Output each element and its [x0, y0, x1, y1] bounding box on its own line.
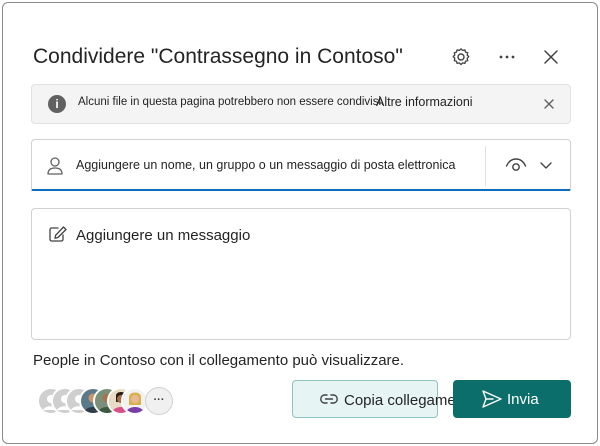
- dialog-header: Condividere "Contrassegno in Contoso": [33, 43, 567, 75]
- eye-icon: [505, 158, 527, 171]
- close-icon: [544, 99, 554, 109]
- dialog-title: Condividere "Contrassegno in Contoso": [33, 45, 403, 68]
- send-label: Invia: [507, 391, 539, 408]
- dismiss-banner-button[interactable]: [540, 95, 558, 113]
- send-icon: [482, 390, 502, 408]
- divider: [485, 146, 486, 186]
- person-icon: [47, 157, 63, 175]
- warning-banner: i Alcuni file in questa pagina potrebber…: [31, 84, 571, 124]
- link-icon: [320, 394, 338, 404]
- message-box[interactable]: Aggiungere un messaggio: [31, 208, 571, 340]
- banner-message: Alcuni file in questa pagina potrebbero …: [78, 96, 385, 108]
- message-input[interactable]: Aggiungere un messaggio: [76, 227, 250, 244]
- info-icon: i: [48, 95, 66, 113]
- link-scope-text[interactable]: People in Contoso con il collegamento pu…: [33, 352, 404, 369]
- settings-button[interactable]: [447, 43, 475, 71]
- edit-icon: [49, 226, 67, 242]
- more-people-button[interactable]: ···: [145, 387, 173, 415]
- close-button[interactable]: [537, 43, 565, 71]
- close-icon: [544, 50, 558, 64]
- chevron-down-icon: [540, 162, 552, 169]
- copy-link-button[interactable]: Copia collegamento: [292, 380, 477, 418]
- permission-dropdown[interactable]: [494, 150, 564, 180]
- more-icon: [499, 55, 515, 59]
- more-options-button[interactable]: [493, 43, 521, 71]
- people-input[interactable]: Aggiungere un nome, un gruppo o un messa…: [76, 158, 455, 172]
- send-button[interactable]: Invia: [453, 380, 571, 418]
- shared-with-avatars[interactable]: ···: [37, 387, 177, 415]
- people-picker[interactable]: Aggiungere un nome, un gruppo o un messa…: [31, 139, 571, 191]
- learn-more-link[interactable]: Altre informazioni: [376, 95, 473, 109]
- share-dialog: Condividere "Contrassegno in Contoso" i …: [2, 2, 598, 444]
- gear-icon: [452, 48, 470, 66]
